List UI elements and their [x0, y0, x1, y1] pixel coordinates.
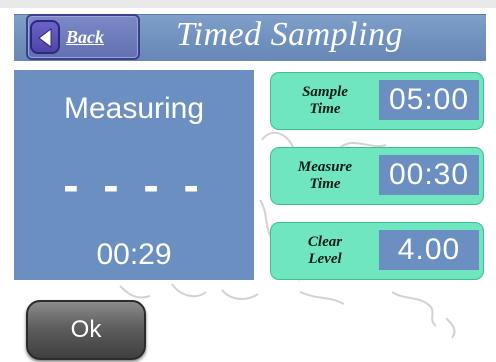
- sample-time-button[interactable]: Sample Time 05:00: [270, 72, 484, 130]
- clear-level-button[interactable]: Clear Level 4.00: [270, 222, 484, 280]
- param-label-line1: Clear: [307, 234, 343, 250]
- param-label-line2: Level: [308, 251, 342, 267]
- back-label: Back: [66, 27, 104, 47]
- measurement-value: - - - -: [63, 159, 205, 211]
- status-label: Measuring: [63, 92, 205, 125]
- param-label-line2: Time: [309, 101, 341, 117]
- measurement-status-panel: Measuring - - - - 00:29: [14, 70, 254, 280]
- param-label: Clear Level: [275, 223, 375, 279]
- ok-button[interactable]: Ok: [26, 300, 146, 360]
- measure-time-value: 00:30: [379, 155, 479, 195]
- param-label: Sample Time: [275, 73, 375, 129]
- back-arrow-icon: [30, 20, 60, 54]
- measure-time-button[interactable]: Measure Time 00:30: [270, 147, 484, 205]
- param-label: Measure Time: [275, 148, 375, 204]
- param-label-line1: Measure: [297, 159, 353, 175]
- clear-level-value: 4.00: [379, 230, 479, 270]
- page-title: Timed Sampling: [176, 16, 404, 53]
- sample-time-value: 05:00: [379, 80, 479, 120]
- ok-label: Ok: [70, 316, 102, 343]
- param-label-line1: Sample: [302, 84, 348, 100]
- back-button[interactable]: Back: [26, 14, 140, 60]
- elapsed-time: 00:29: [96, 238, 172, 271]
- param-label-line2: Time: [309, 176, 341, 192]
- top-frame: [0, 0, 496, 8]
